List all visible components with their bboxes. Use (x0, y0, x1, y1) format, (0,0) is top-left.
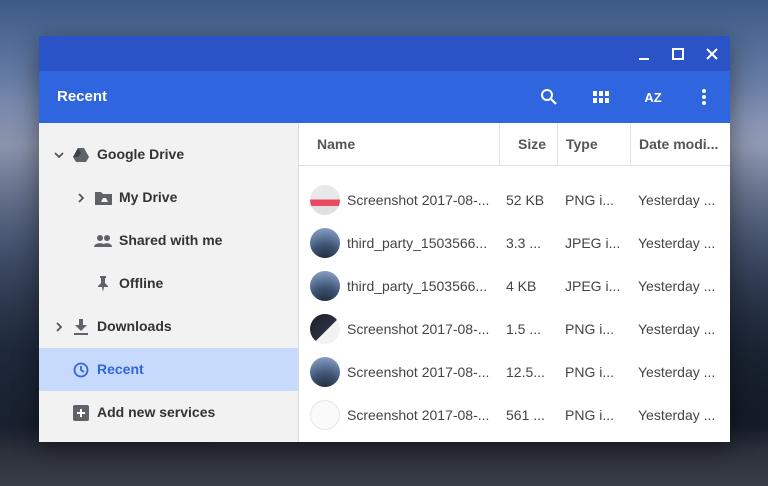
pin-icon (93, 262, 113, 305)
sidebar-item-downloads[interactable]: Downloads (39, 305, 298, 348)
sidebar-item-my-drive[interactable]: My Drive (39, 176, 298, 219)
sidebar-item-label: Google Drive (97, 146, 185, 162)
search-icon[interactable] (529, 71, 569, 123)
folder-drive-icon (93, 176, 113, 219)
clock-icon (71, 348, 91, 391)
file-date: Yesterday ... (638, 407, 716, 423)
chevron-right-icon[interactable] (52, 305, 66, 348)
sidebar-item-label: Add new services (97, 404, 216, 420)
people-icon (93, 219, 113, 262)
file-thumbnail (310, 271, 340, 301)
page-title: Recent (57, 88, 108, 105)
table-row[interactable]: third_party_1503566... 4 KB JPEG i... Ye… (299, 265, 730, 308)
sidebar-item-label: Recent (97, 361, 144, 377)
file-thumbnail (310, 400, 340, 430)
grid-view-icon[interactable] (581, 71, 621, 123)
file-date: Yesterday ... (638, 192, 716, 208)
sidebar-item-shared-with-me[interactable]: Shared with me (39, 219, 298, 262)
column-header-size[interactable]: Size (499, 123, 557, 165)
sidebar-item-label: Shared with me (119, 232, 223, 248)
file-list: Name Size Type Date modi... Screenshot 2… (299, 123, 730, 442)
table-row[interactable]: Screenshot 2017-08-... 561 ... PNG i... … (299, 394, 730, 437)
file-size: 1.5 ... (506, 321, 542, 337)
maximize-icon[interactable] (661, 36, 695, 71)
file-thumbnail (310, 228, 340, 258)
file-size: 12.5... (506, 364, 545, 380)
chevron-down-icon[interactable] (52, 133, 66, 176)
chevron-right-icon[interactable] (74, 176, 88, 219)
more-vert-icon[interactable] (684, 71, 724, 123)
file-thumbnail (310, 314, 340, 344)
file-date: Yesterday ... (638, 235, 716, 251)
app-toolbar: Recent AZ (39, 71, 730, 123)
file-size: 52 KB (506, 192, 545, 208)
download-icon (71, 305, 91, 348)
column-header-date[interactable]: Date modi... (630, 123, 730, 165)
sidebar-item-google-drive[interactable]: Google Drive (39, 133, 298, 176)
sidebar-item-add-new-services[interactable]: Add new services (39, 391, 298, 434)
sort-az-label: AZ (644, 89, 662, 105)
file-size: 561 ... (506, 407, 545, 423)
file-date: Yesterday ... (638, 321, 716, 337)
sidebar-item-offline[interactable]: Offline (39, 262, 298, 305)
column-header-name[interactable]: Name (299, 123, 499, 165)
file-type: JPEG i... (565, 235, 621, 251)
file-size: 4 KB (506, 278, 537, 294)
table-header: Name Size Type Date modi... (299, 123, 730, 166)
file-thumbnail (310, 185, 340, 215)
file-name: third_party_1503566... (347, 278, 488, 294)
file-name: Screenshot 2017-08-... (347, 364, 490, 380)
file-name: third_party_1503566... (347, 235, 488, 251)
sidebar-item-recent[interactable]: Recent (39, 348, 298, 391)
file-type: PNG i... (565, 407, 615, 423)
file-type: PNG i... (565, 192, 615, 208)
file-thumbnail (310, 357, 340, 387)
window-titlebar[interactable] (39, 36, 730, 71)
sidebar-item-label: Offline (119, 275, 164, 291)
file-type: PNG i... (565, 321, 615, 337)
sort-az-icon[interactable]: AZ (633, 71, 673, 123)
table-row[interactable]: Screenshot 2017-08-... 52 KB PNG i... Ye… (299, 179, 730, 222)
file-type: PNG i... (565, 364, 615, 380)
google-drive-icon (71, 133, 91, 176)
table-row[interactable]: third_party_1503566... 3.3 ... JPEG i...… (299, 222, 730, 265)
add-box-icon (71, 391, 91, 434)
sidebar-item-label: My Drive (119, 189, 178, 205)
file-type: JPEG i... (565, 278, 621, 294)
column-header-type[interactable]: Type (557, 123, 630, 165)
files-app-window: Recent AZ Google Drive My Drive Shared w… (39, 36, 730, 442)
table-row[interactable]: Screenshot 2017-08-... 12.5... PNG i... … (299, 351, 730, 394)
file-name: Screenshot 2017-08-... (347, 192, 490, 208)
file-name: Screenshot 2017-08-... (347, 321, 490, 337)
file-date: Yesterday ... (638, 278, 716, 294)
sidebar-item-label: Downloads (97, 318, 172, 334)
table-row[interactable]: Screenshot 2017-08-... 1.5 ... PNG i... … (299, 308, 730, 351)
file-size: 3.3 ... (506, 235, 542, 251)
close-icon[interactable] (695, 36, 729, 71)
sidebar-nav: Google Drive My Drive Shared with me Off… (39, 123, 299, 442)
file-date: Yesterday ... (638, 364, 716, 380)
minimize-icon[interactable] (627, 36, 661, 71)
file-name: Screenshot 2017-08-... (347, 407, 490, 423)
